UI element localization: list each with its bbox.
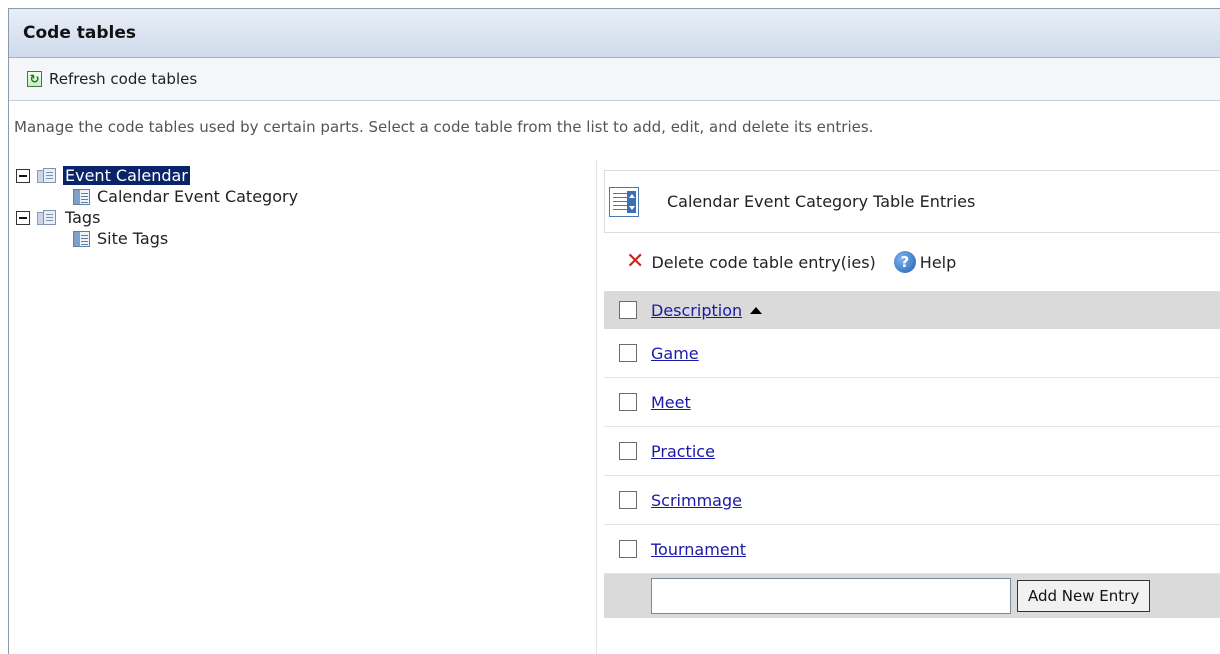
folder-icon [37, 209, 57, 226]
entry-link[interactable]: Scrimmage [651, 491, 742, 510]
collapse-toggle-icon[interactable] [16, 210, 30, 225]
refresh-code-tables-button[interactable]: ↻ Refresh code tables [27, 70, 197, 88]
tree-node-tags: Tags [16, 207, 576, 228]
add-new-entry-button[interactable]: Add New Entry [1017, 580, 1151, 612]
row-checkbox[interactable] [619, 491, 637, 509]
folder-icon [37, 167, 57, 184]
delete-entries-button[interactable]: ✕ Delete code table entry(ies) [626, 251, 876, 273]
tree-label-site-tags[interactable]: Site Tags [95, 229, 170, 248]
entry-link[interactable]: Tournament [651, 540, 746, 559]
row-checkbox[interactable] [619, 393, 637, 411]
refresh-label: Refresh code tables [49, 70, 198, 88]
tree-label-calendar-event-category[interactable]: Calendar Event Category [95, 187, 300, 206]
row-checkbox[interactable] [619, 540, 637, 558]
add-entry-row: Add New Entry [604, 574, 1220, 618]
table-row: Practice [604, 427, 1220, 476]
entries-panel: Calendar Event Category Table Entries ✕ … [604, 170, 1220, 618]
help-icon: ? [893, 251, 916, 273]
toolbar: ↻ Refresh code tables [9, 58, 1220, 101]
table-row: Scrimmage [604, 476, 1220, 525]
help-button[interactable]: ? Help [893, 251, 957, 273]
description-column-header[interactable]: Description [651, 301, 742, 320]
grid-header: Description [604, 291, 1220, 329]
code-table-icon [73, 230, 90, 247]
table-entries-icon [609, 186, 639, 217]
entry-link[interactable]: Meet [651, 393, 691, 412]
row-checkbox[interactable] [619, 442, 637, 460]
delete-entries-label: Delete code table entry(ies) [651, 252, 876, 272]
entries-grid: Description Game Meet Practice Scrimmage… [604, 291, 1220, 618]
table-row: Tournament [604, 525, 1220, 574]
table-row: Game [604, 329, 1220, 378]
collapse-toggle-icon[interactable] [16, 168, 30, 183]
help-label: Help [919, 252, 957, 272]
row-checkbox[interactable] [619, 344, 637, 362]
new-entry-input[interactable] [651, 578, 1011, 614]
entry-link[interactable]: Game [651, 344, 699, 363]
refresh-icon: ↻ [27, 71, 42, 87]
tree-label-event-calendar[interactable]: Event Calendar [63, 166, 190, 185]
select-all-checkbox[interactable] [619, 301, 637, 319]
entries-panel-title: Calendar Event Category Table Entries [667, 192, 976, 211]
code-table-icon [73, 188, 90, 205]
tree-node-calendar-event-category: Calendar Event Category [16, 186, 576, 207]
tree-node-event-calendar: Event Calendar [16, 165, 576, 186]
entries-action-bar: ✕ Delete code table entry(ies) ? Help [604, 233, 1220, 291]
title-bar: Code tables [9, 9, 1220, 58]
panel-divider [596, 160, 597, 654]
table-row: Meet [604, 378, 1220, 427]
entry-link[interactable]: Practice [651, 442, 715, 461]
tree-label-tags[interactable]: Tags [63, 208, 102, 227]
delete-x-icon: ✕ [626, 249, 645, 274]
code-table-tree: Event Calendar Calendar Event Category T… [16, 165, 576, 249]
sort-ascending-icon [750, 306, 763, 314]
entries-panel-header: Calendar Event Category Table Entries [604, 170, 1220, 233]
page-description: Manage the code tables used by certain p… [14, 118, 874, 136]
page-title: Code tables [23, 23, 137, 43]
tree-node-site-tags: Site Tags [16, 228, 576, 249]
